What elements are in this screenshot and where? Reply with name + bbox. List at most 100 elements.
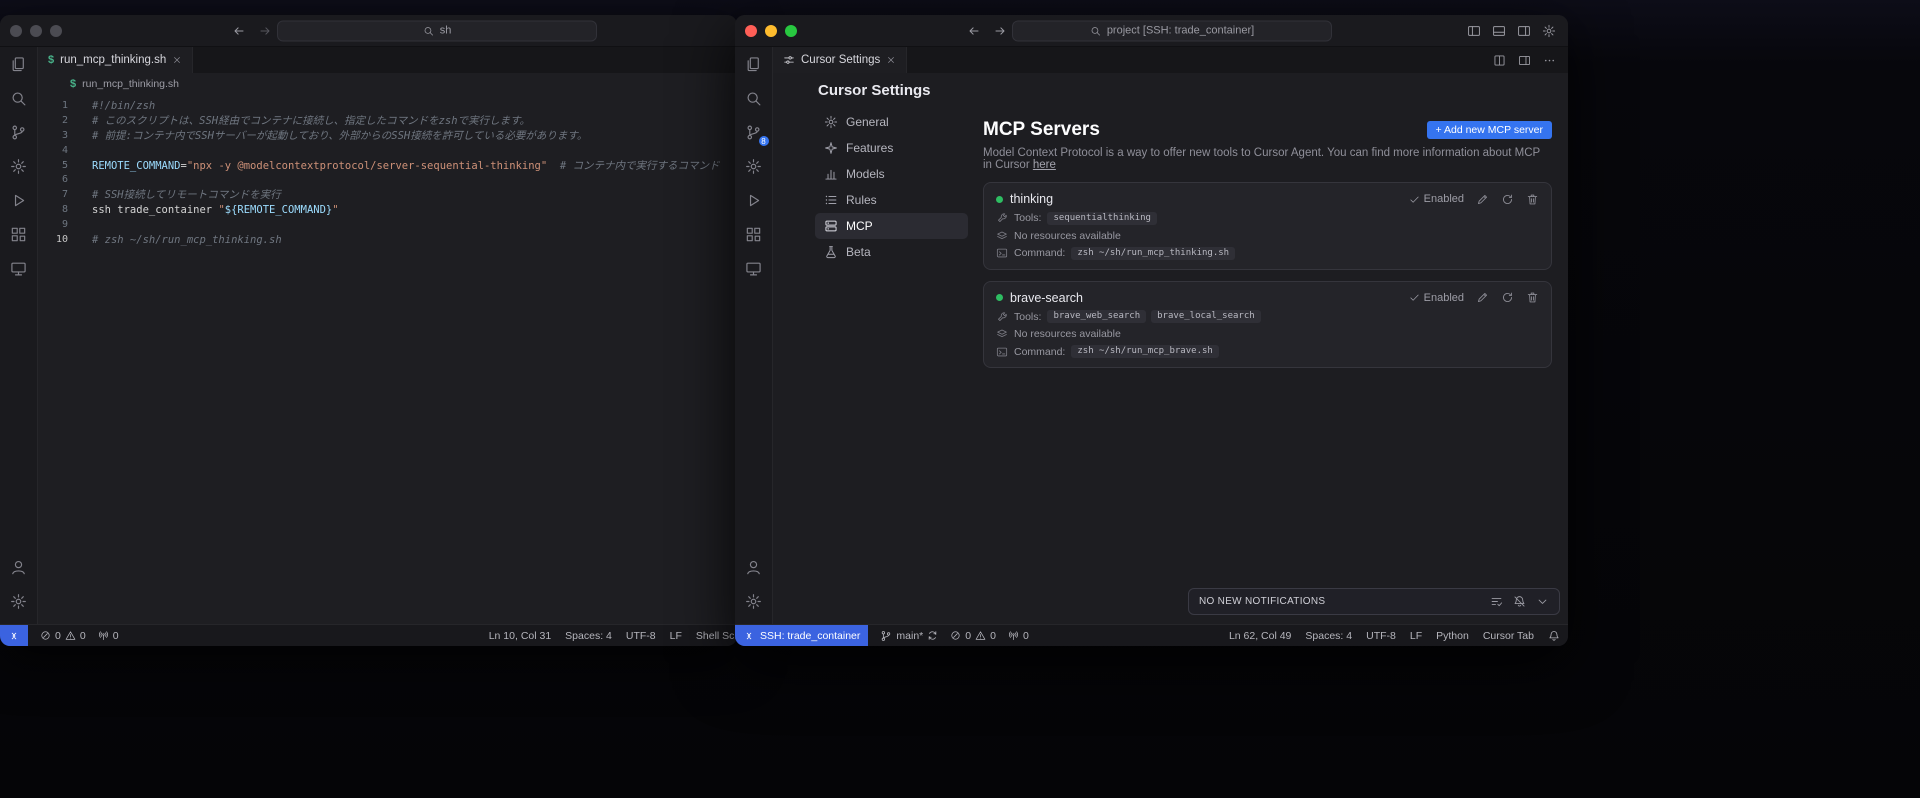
settings-nav-general[interactable]: General: [815, 109, 968, 135]
problems-indicator[interactable]: 0 0: [40, 630, 86, 642]
toggle-panel-icon[interactable]: [1492, 24, 1506, 38]
line-numbers: 1 2 3 4 5 6 7 8 9 10: [38, 99, 68, 624]
line-number: 4: [61, 144, 68, 156]
sync-icon[interactable]: [927, 630, 938, 641]
traffic-lights: [745, 24, 797, 37]
close-window-button[interactable]: [745, 24, 757, 37]
mcp-servers-heading: MCP Servers: [983, 119, 1100, 140]
clear-all-notifications-icon[interactable]: [1490, 595, 1503, 608]
mcp-server-card-brave-search: brave-search Enabled Tools: brave_web_searc…: [983, 280, 1552, 368]
activity-extensions[interactable]: [735, 217, 773, 251]
activity-manage[interactable]: [735, 584, 773, 618]
code-editor[interactable]: 1 2 3 4 5 6 7 8 9 10 #!/bin/zsh # このスクリプトは、SSH経由でコ…: [38, 95, 737, 624]
layout-icon[interactable]: [1518, 54, 1531, 67]
back-arrow-icon[interactable]: [967, 24, 981, 38]
split-editor-icon[interactable]: [1493, 54, 1506, 67]
close-tab-icon[interactable]: [886, 55, 896, 65]
close-tab-icon[interactable]: [172, 55, 182, 65]
toggle-secondary-sidebar-icon[interactable]: [1517, 24, 1531, 38]
command-icon: [996, 247, 1008, 259]
branch-indicator[interactable]: main*: [880, 630, 938, 642]
indentation[interactable]: Spaces: 4: [1305, 630, 1352, 642]
tool-chip: sequentialthinking: [1047, 211, 1157, 225]
title-bar: sh: [0, 15, 737, 47]
settings-nav-mcp[interactable]: MCP: [815, 213, 968, 239]
activity-remote-explorer[interactable]: [0, 251, 38, 285]
settings-nav-features[interactable]: Features: [815, 135, 968, 161]
encoding[interactable]: UTF-8: [1366, 630, 1396, 642]
check-icon: [1409, 292, 1420, 303]
minimize-window-button[interactable]: [765, 24, 777, 37]
manage-icon: [10, 593, 27, 610]
breadcrumb-item: run_mcp_thinking.sh: [82, 78, 180, 90]
notifications-bell-icon[interactable]: [1548, 630, 1560, 642]
remote-indicator[interactable]: SSH: trade_container: [735, 625, 869, 646]
delete-server-icon[interactable]: [1526, 193, 1539, 206]
command-center-search[interactable]: sh: [277, 20, 597, 41]
settings-nav-models[interactable]: Models: [815, 161, 968, 187]
activity-settings-gear[interactable]: [735, 149, 773, 183]
activity-extensions[interactable]: [0, 217, 38, 251]
close-window-button[interactable]: [10, 24, 22, 37]
code-content: #!/bin/zsh # このスクリプトは、SSH経由でコンテナに接続し、指定した…: [92, 99, 737, 624]
activity-accounts[interactable]: [0, 550, 38, 584]
zoom-window-button[interactable]: [785, 24, 797, 37]
eol[interactable]: LF: [670, 630, 682, 642]
activity-remote-explorer[interactable]: [735, 251, 773, 285]
activity-search[interactable]: [735, 81, 773, 115]
more-actions-icon[interactable]: [1543, 54, 1556, 67]
forward-arrow-icon[interactable]: [993, 24, 1007, 38]
settings-nav-rules[interactable]: Rules: [815, 187, 968, 213]
cursor-position[interactable]: Ln 10, Col 31: [489, 630, 551, 642]
ports-indicator[interactable]: 0: [98, 630, 119, 642]
run-debug-icon: [10, 192, 27, 209]
settings-nav-beta[interactable]: Beta: [815, 239, 968, 265]
minimize-window-button[interactable]: [30, 24, 42, 37]
activity-manage[interactable]: [0, 584, 38, 618]
edit-server-icon[interactable]: [1476, 193, 1489, 206]
activity-run-debug[interactable]: [735, 183, 773, 217]
mcp-info-link[interactable]: here: [1033, 159, 1056, 171]
indentation[interactable]: Spaces: 4: [565, 630, 612, 642]
edit-server-icon[interactable]: [1476, 291, 1489, 304]
activity-explorer[interactable]: [0, 47, 38, 81]
language-mode[interactable]: Shell Script: [696, 630, 737, 642]
refresh-server-icon[interactable]: [1501, 193, 1514, 206]
language-mode[interactable]: Python: [1436, 630, 1469, 642]
command-center-search[interactable]: project [SSH: trade_container]: [1012, 20, 1332, 41]
cursor-position[interactable]: Ln 62, Col 49: [1229, 630, 1291, 642]
eol[interactable]: LF: [1410, 630, 1422, 642]
settings-gear-icon[interactable]: [1542, 24, 1556, 38]
collapse-notifications-icon[interactable]: [1536, 595, 1549, 608]
breadcrumb[interactable]: $ run_mcp_thinking.sh: [38, 73, 737, 95]
activity-explorer[interactable]: [735, 47, 773, 81]
activity-accounts[interactable]: [735, 550, 773, 584]
tab-cursor-settings[interactable]: Cursor Settings: [773, 47, 908, 73]
cursor-tab-indicator[interactable]: Cursor Tab: [1483, 630, 1534, 642]
ports-indicator[interactable]: 0: [1008, 630, 1029, 642]
add-mcp-server-button[interactable]: + Add new MCP server: [1426, 121, 1552, 139]
editor-window: sh $ run_mcp_thinking.sh $ run_mcp_think…: [0, 15, 737, 646]
encoding[interactable]: UTF-8: [626, 630, 656, 642]
activity-run-debug[interactable]: [0, 183, 38, 217]
activity-source-control[interactable]: [0, 115, 38, 149]
zoom-window-button[interactable]: [50, 24, 62, 37]
server-enabled-toggle[interactable]: Enabled: [1409, 292, 1464, 304]
remote-indicator[interactable]: [0, 625, 28, 646]
delete-server-icon[interactable]: [1526, 291, 1539, 304]
forward-arrow-icon[interactable]: [258, 24, 272, 38]
tab-run-mcp-thinking[interactable]: $ run_mcp_thinking.sh: [38, 47, 194, 73]
mute-notifications-icon[interactable]: [1513, 595, 1526, 608]
accounts-icon: [745, 559, 762, 576]
activity-search[interactable]: [0, 81, 38, 115]
problems-indicator[interactable]: 0 0: [950, 630, 996, 642]
check-icon: [1409, 194, 1420, 205]
back-arrow-icon[interactable]: [232, 24, 246, 38]
refresh-server-icon[interactable]: [1501, 291, 1514, 304]
server-enabled-toggle[interactable]: Enabled: [1409, 193, 1464, 205]
activity-source-control[interactable]: 8: [735, 115, 773, 149]
toggle-sidebar-icon[interactable]: [1467, 24, 1481, 38]
activity-settings-gear[interactable]: [0, 149, 38, 183]
source-control-badge: 8: [757, 135, 770, 147]
warning-count: 0: [990, 629, 996, 642]
